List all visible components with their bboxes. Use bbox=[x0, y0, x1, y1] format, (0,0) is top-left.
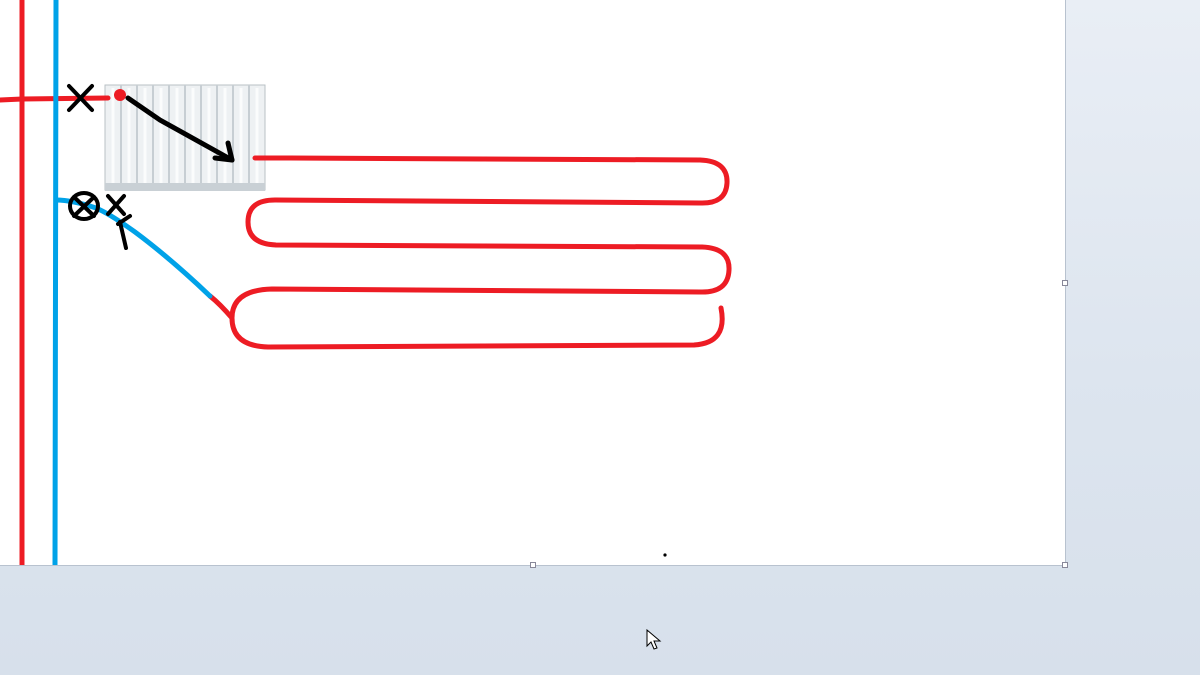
serpentine-loop bbox=[232, 158, 729, 347]
stray-dot bbox=[663, 553, 666, 556]
canvas-handle-bottom[interactable] bbox=[530, 562, 536, 568]
supply-inlet-dot bbox=[114, 89, 126, 101]
return-valve-scribble bbox=[70, 193, 130, 248]
cursor-icon bbox=[646, 629, 662, 651]
canvas-handle-right[interactable] bbox=[1062, 280, 1068, 286]
serpentine-return-red bbox=[210, 296, 232, 318]
serpentine-return-blue bbox=[56, 200, 210, 296]
diagram-svg bbox=[0, 0, 1065, 565]
canvas-handle-corner[interactable] bbox=[1062, 562, 1068, 568]
drawing-canvas[interactable] bbox=[0, 0, 1066, 566]
return-riser bbox=[55, 0, 56, 565]
